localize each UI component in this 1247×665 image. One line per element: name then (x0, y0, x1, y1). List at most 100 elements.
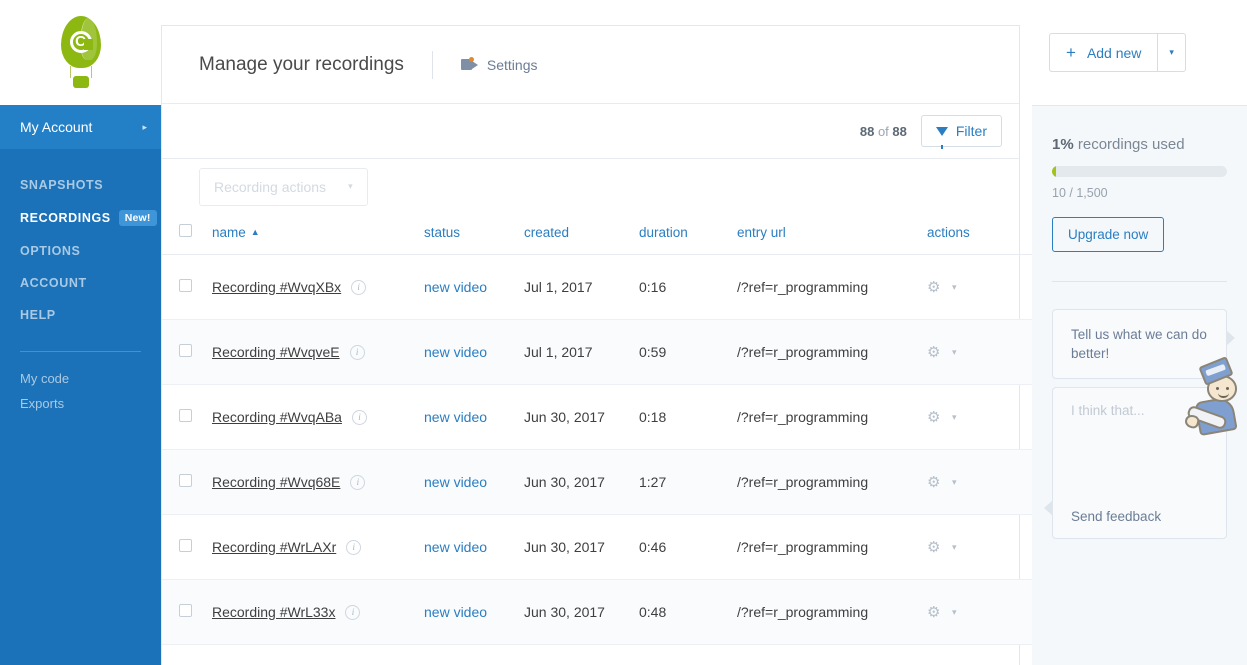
cell-created: Jun 30, 2017 (524, 449, 639, 515)
recording-link[interactable]: Recording #WvqveE (212, 344, 340, 360)
table-row[interactable]: Recording #WNLXB6i new video Jun 30, 201… (162, 644, 1037, 665)
status-link[interactable]: new video (424, 279, 487, 295)
info-icon[interactable]: i (350, 474, 366, 490)
column-header-entry-url[interactable]: entry url (737, 214, 927, 255)
table-row[interactable]: Recording #Wvq68E i new video Jun 30, 201… (162, 449, 1037, 515)
column-header-name[interactable]: name ▲ (212, 214, 424, 255)
record-count: 88 of 88 (860, 124, 907, 139)
row-checkbox-cell[interactable] (162, 319, 212, 385)
right-panel-divider (1052, 281, 1227, 282)
left-sidebar: C My Account ▸ SNAPSHOTS RECORDINGS New!… (0, 0, 161, 665)
cell-actions: ⚙▾ (927, 319, 1037, 385)
usage-text: recordings used (1077, 136, 1185, 153)
cell-duration: 0:48 (639, 579, 737, 645)
info-icon[interactable]: i (349, 344, 365, 360)
sidebar-item-label: OPTIONS (20, 244, 81, 258)
sidebar-item-snapshots[interactable]: SNAPSHOTS (0, 169, 161, 201)
row-checkbox[interactable] (179, 279, 192, 292)
plus-icon: + (1066, 43, 1076, 62)
add-new-group: + Add new ▾ (1049, 33, 1186, 72)
recording-link[interactable]: Recording #WrLAXr (212, 539, 336, 555)
add-new-dropdown-toggle[interactable]: ▾ (1157, 33, 1186, 72)
column-header-duration[interactable]: duration (639, 214, 737, 255)
row-checkbox-cell[interactable] (162, 254, 212, 320)
row-checkbox-cell[interactable] (162, 449, 212, 515)
row-checkbox[interactable] (179, 409, 192, 422)
chevron-down-icon[interactable]: ▾ (952, 412, 957, 423)
row-checkbox-cell[interactable] (162, 579, 212, 645)
row-checkbox[interactable] (179, 344, 192, 357)
status-link[interactable]: new video (424, 539, 487, 555)
sidebar-item-exports[interactable]: Exports (0, 391, 161, 416)
info-icon[interactable]: i (345, 604, 361, 620)
status-link[interactable]: new video (424, 604, 487, 620)
row-checkbox-cell[interactable] (162, 644, 212, 665)
sidebar-item-my-account[interactable]: My Account ▸ (0, 105, 161, 149)
table-header: name ▲ status created duration entry url … (162, 214, 1037, 255)
add-new-button[interactable]: + Add new (1049, 33, 1158, 72)
recording-actions-label: Recording actions (214, 178, 327, 195)
funnel-icon (935, 126, 948, 149)
upgrade-now-button[interactable]: Upgrade now (1052, 217, 1165, 252)
logo-area[interactable]: C (0, 0, 161, 105)
table-row[interactable]: Recording #WrLAXr i new video Jun 30, 201… (162, 514, 1037, 580)
gear-icon[interactable]: ⚙ (927, 410, 942, 425)
table-row[interactable]: Recording #WvqXBx i new video Jul 1, 2017… (162, 254, 1037, 320)
main-content: Manage your recordings Settings 88 of 88 (161, 0, 1037, 665)
chevron-down-icon[interactable]: ▾ (952, 607, 957, 618)
chevron-down-icon[interactable]: ▾ (952, 542, 957, 553)
info-icon[interactable]: i (351, 279, 367, 295)
sidebar-item-options[interactable]: OPTIONS (0, 235, 161, 267)
gear-icon[interactable]: ⚙ (927, 475, 942, 490)
chevron-down-icon: ▾ (348, 181, 353, 191)
filter-button[interactable]: Filter (920, 115, 1002, 149)
sidebar-item-help[interactable]: HELP (0, 299, 161, 331)
row-checkbox[interactable] (179, 539, 192, 552)
settings-link[interactable]: Settings (460, 57, 537, 73)
usage-percent: 1% (1052, 136, 1074, 153)
recording-link[interactable]: Recording #WvqABa (212, 409, 342, 425)
balloon-logo-icon: C (58, 15, 104, 90)
chevron-down-icon[interactable]: ▾ (952, 347, 957, 358)
row-checkbox-cell[interactable] (162, 384, 212, 450)
table-row[interactable]: Recording #WvqveE i new video Jul 1, 2017… (162, 319, 1037, 385)
row-checkbox[interactable] (179, 604, 192, 617)
table-row[interactable]: Recording #WrL33x i new video Jun 30, 201… (162, 579, 1037, 645)
gear-icon[interactable]: ⚙ (927, 280, 942, 295)
card-header: Manage your recordings Settings (162, 26, 1019, 104)
cell-created: Jun 30, 2017 (524, 579, 639, 645)
new-badge: New! (118, 210, 157, 226)
send-feedback-button[interactable]: Send feedback (1071, 509, 1161, 524)
filter-label: Filter (955, 123, 987, 139)
column-header-status[interactable]: status (424, 214, 524, 255)
sidebar-item-recordings[interactable]: RECORDINGS New! (0, 201, 161, 235)
chevron-down-icon[interactable]: ▾ (952, 282, 957, 293)
cell-actions: ⚙▾ (927, 579, 1037, 645)
cell-status: new video (424, 384, 524, 450)
recording-link[interactable]: Recording #WrL33x (212, 604, 335, 620)
info-icon[interactable]: i (346, 539, 362, 555)
info-icon[interactable]: i (351, 409, 367, 425)
add-new-area: + Add new ▾ (1032, 0, 1247, 105)
sidebar-item-my-code[interactable]: My code (0, 366, 161, 391)
sidebar-item-account[interactable]: ACCOUNT (0, 267, 161, 299)
chevron-down-icon[interactable]: ▾ (952, 477, 957, 488)
column-header-created[interactable]: created (524, 214, 639, 255)
recording-actions-dropdown[interactable]: Recording actions ▾ (199, 167, 368, 206)
column-header-checkbox[interactable] (162, 214, 212, 255)
gear-icon[interactable]: ⚙ (927, 605, 942, 620)
select-all-checkbox[interactable] (179, 224, 192, 237)
table-row[interactable]: Recording #WvqABa i new video Jun 30, 201… (162, 384, 1037, 450)
recordings-table: name ▲ status created duration entry url … (162, 214, 1037, 665)
status-link[interactable]: new video (424, 409, 487, 425)
recording-link[interactable]: Recording #Wvq68E (212, 474, 340, 490)
recording-link[interactable]: Recording #WvqXBx (212, 279, 341, 295)
row-checkbox-cell[interactable] (162, 514, 212, 580)
cell-created: Jun 30, 2017 (524, 384, 639, 450)
status-link[interactable]: new video (424, 344, 487, 360)
gear-icon[interactable]: ⚙ (927, 345, 942, 360)
gear-icon[interactable]: ⚙ (927, 540, 942, 555)
status-link[interactable]: new video (424, 474, 487, 490)
column-header-actions: actions (927, 214, 1037, 255)
row-checkbox[interactable] (179, 474, 192, 487)
